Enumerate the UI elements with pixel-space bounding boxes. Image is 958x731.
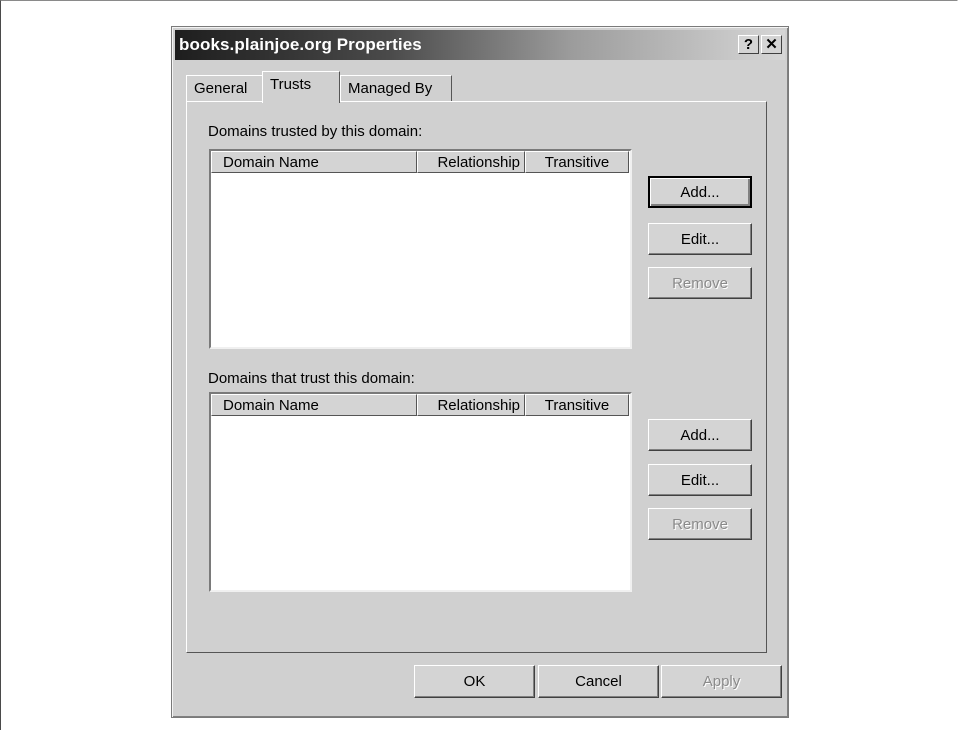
close-icon: ✕ (765, 36, 778, 53)
help-button[interactable]: ? (738, 35, 759, 54)
apply-button[interactable]: Apply (661, 665, 782, 698)
trusted-by-remove-button[interactable]: Remove (648, 267, 752, 299)
trusted-by-label: Domains trusted by this domain: (208, 123, 423, 140)
trusted-by-edit-button[interactable]: Edit... (648, 223, 752, 255)
window-title: books.plainjoe.org Properties (179, 35, 422, 54)
trusted-by-add-button[interactable]: Add... (648, 176, 752, 208)
trusted-by-list[interactable]: Domain Name Relationship Transitive (209, 149, 632, 349)
column-domain-name[interactable]: Domain Name (211, 394, 417, 416)
trust-this-label: Domains that trust this domain: (208, 370, 415, 387)
column-domain-name[interactable]: Domain Name (211, 151, 417, 173)
column-relationship[interactable]: Relationship (417, 394, 525, 416)
trusted-by-list-header: Domain Name Relationship Transitive (211, 151, 629, 173)
tab-general[interactable]: General (186, 75, 264, 101)
help-icon: ? (743, 36, 754, 53)
column-transitive[interactable]: Transitive (525, 151, 629, 173)
tab-managed-by[interactable]: Managed By (340, 75, 452, 101)
properties-dialog: books.plainjoe.org Properties ? ✕ Genera… (171, 26, 789, 718)
column-transitive[interactable]: Transitive (525, 394, 629, 416)
trust-this-add-button[interactable]: Add... (648, 419, 752, 451)
tab-trusts[interactable]: Trusts (262, 71, 340, 103)
trust-this-remove-button[interactable]: Remove (648, 508, 752, 540)
trust-this-edit-button[interactable]: Edit... (648, 464, 752, 496)
trust-this-list[interactable]: Domain Name Relationship Transitive (209, 392, 632, 592)
tab-panel-trusts: Domains trusted by this domain: Domain N… (186, 101, 767, 653)
cancel-button[interactable]: Cancel (538, 665, 659, 698)
trust-this-list-header: Domain Name Relationship Transitive (211, 394, 629, 416)
title-bar[interactable]: books.plainjoe.org Properties ? ✕ (175, 30, 785, 60)
close-button[interactable]: ✕ (761, 35, 782, 54)
column-relationship[interactable]: Relationship (417, 151, 525, 173)
ok-button[interactable]: OK (414, 665, 535, 698)
